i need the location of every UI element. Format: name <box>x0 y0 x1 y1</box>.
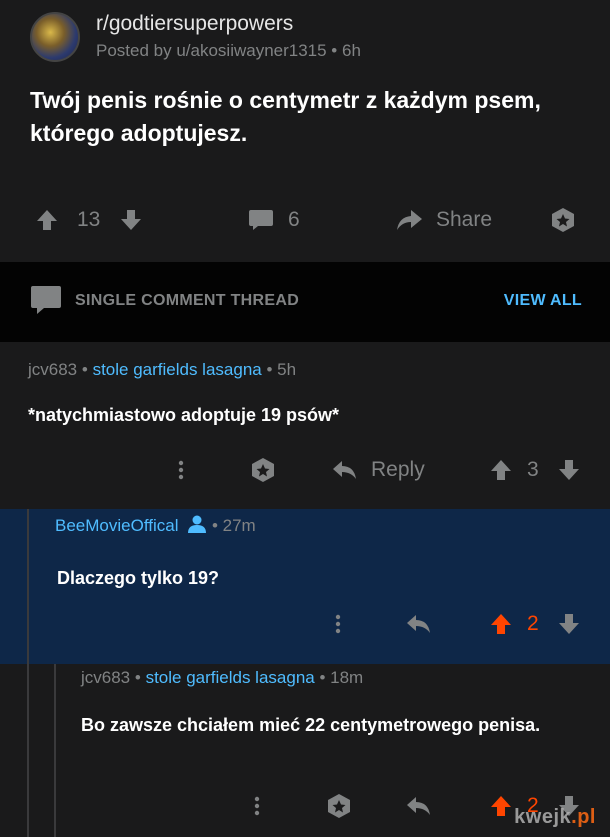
award-button[interactable] <box>250 450 276 490</box>
comments-button[interactable] <box>248 200 274 240</box>
comment-time: • 5h <box>266 360 297 379</box>
comment-score: 2 <box>527 612 539 635</box>
award-button[interactable] <box>550 200 576 240</box>
subreddit-name[interactable]: r/godtiersuperpowers <box>96 12 293 36</box>
watermark-brand: kwejk <box>514 806 572 828</box>
meta-separator: • <box>134 668 141 687</box>
post-action-bar: 13 6 Share <box>0 200 610 240</box>
watermark-domain: .pl <box>571 806 596 828</box>
post-card: r/godtiersuperpowers Posted by u/akosiiw… <box>0 0 610 262</box>
arrow-down-icon <box>559 460 579 480</box>
reply-button[interactable] <box>406 786 432 826</box>
more-options-button[interactable] <box>333 604 343 644</box>
award-button[interactable] <box>326 786 352 826</box>
award-icon <box>328 794 350 818</box>
arrow-up-icon <box>491 460 511 480</box>
comment-thread-icon <box>30 284 62 321</box>
post-score: 13 <box>77 208 101 231</box>
award-icon <box>552 208 574 232</box>
share-button[interactable] <box>395 200 423 240</box>
upvote-button[interactable] <box>36 200 58 240</box>
comment-action-bar: 2 <box>0 604 610 644</box>
arrow-down-icon <box>559 614 579 634</box>
downvote-button[interactable] <box>558 450 580 490</box>
user-flair: stole garfields lasagna <box>145 668 315 687</box>
more-options-button[interactable] <box>252 786 262 826</box>
upvote-button[interactable] <box>490 786 512 826</box>
arrow-down-icon <box>121 210 141 230</box>
more-vertical-icon <box>178 460 184 480</box>
comment-body: Dlaczego tylko 19? <box>57 568 220 588</box>
kwejk-watermark: kwejk.pl <box>514 806 596 829</box>
arrow-up-icon <box>37 210 57 230</box>
comment-meta: jcv683 • stole garfields lasagna • 5h <box>28 360 296 380</box>
user-flair: stole garfields lasagna <box>92 360 262 379</box>
downvote-button[interactable] <box>558 604 580 644</box>
comment-score: 3 <box>527 458 539 481</box>
comment-author[interactable]: jcv683 <box>81 668 130 687</box>
post-meta: Posted by u/akosiiwayner1315 • 6h <box>96 41 361 60</box>
arrow-up-icon <box>491 614 511 634</box>
more-vertical-icon <box>254 796 260 816</box>
reply-arrow-icon <box>407 615 430 633</box>
reply-arrow-icon <box>333 461 356 479</box>
award-icon <box>252 458 274 482</box>
more-vertical-icon <box>335 614 341 634</box>
comment-body: Bo zawsze chciałem mieć 22 centymetroweg… <box>81 715 541 735</box>
share-label[interactable]: Share <box>436 200 492 240</box>
comment-time: • 18m <box>319 668 364 687</box>
reply-button[interactable] <box>332 450 358 490</box>
downvote-button[interactable] <box>120 200 142 240</box>
upvote-button[interactable] <box>490 604 512 644</box>
reply-arrow-icon <box>407 797 430 815</box>
share-arrow-icon <box>397 210 422 230</box>
comment-action-bar: Reply 3 <box>0 450 610 490</box>
comment-meta: jcv683 • stole garfields lasagna • 18m <box>81 668 363 688</box>
comment-body: *natychmiastowo adoptuje 19 psów* <box>28 405 340 425</box>
comment-meta: BeeMovieOffical • 27m <box>55 514 256 536</box>
more-options-button[interactable] <box>176 450 186 490</box>
comment-count: 6 <box>288 208 300 231</box>
thread-label: SINGLE COMMENT THREAD <box>75 292 300 309</box>
reply-button[interactable] <box>406 604 432 644</box>
arrow-up-icon <box>491 796 511 816</box>
view-all-link[interactable]: VIEW ALL <box>504 292 582 310</box>
meta-separator: • <box>81 360 88 379</box>
reply-label[interactable]: Reply <box>371 450 425 490</box>
subreddit-avatar[interactable] <box>30 12 80 62</box>
comment-time: • 27m <box>211 516 256 535</box>
upvote-button[interactable] <box>490 450 512 490</box>
comment-author[interactable]: jcv683 <box>28 360 77 379</box>
post-title[interactable]: Twój penis rośnie o centymetr z każdym p… <box>30 84 570 150</box>
comment-icon <box>249 210 273 230</box>
user-icon <box>188 515 207 533</box>
comment-author[interactable]: BeeMovieOffical <box>55 516 178 535</box>
